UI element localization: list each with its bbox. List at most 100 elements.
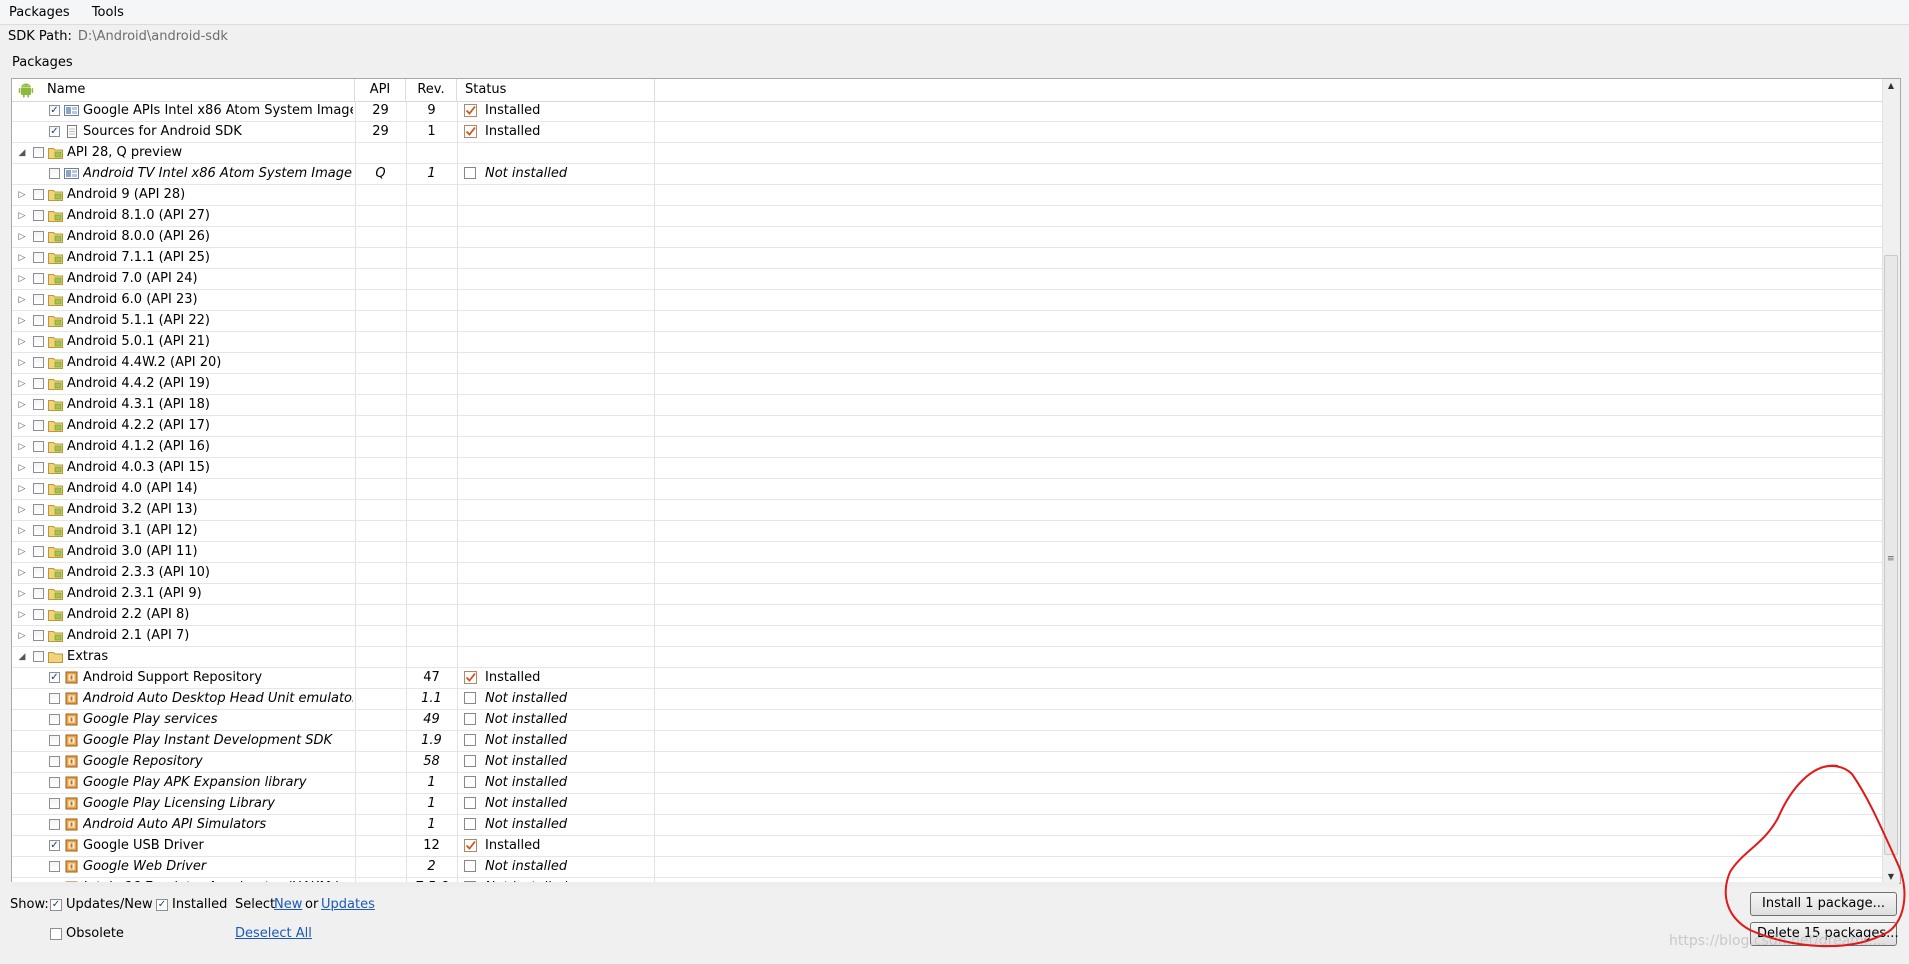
row-checkbox[interactable]: [33, 357, 44, 368]
table-row[interactable]: ▷ Android 2.3.1 (API 9): [12, 584, 1882, 605]
table-row[interactable]: ▷ Android 4.4.2 (API 19): [12, 374, 1882, 395]
row-checkbox[interactable]: [49, 756, 60, 767]
expand-arrow-icon[interactable]: ▷: [17, 626, 27, 646]
install-packages-button[interactable]: Install 1 package...: [1750, 892, 1897, 916]
row-checkbox[interactable]: [49, 777, 60, 788]
row-checkbox[interactable]: [49, 168, 60, 179]
expand-arrow-icon[interactable]: ▷: [17, 437, 27, 457]
expand-arrow-icon[interactable]: ▷: [17, 500, 27, 520]
row-checkbox[interactable]: [33, 336, 44, 347]
row-checkbox[interactable]: [49, 861, 60, 872]
column-header-name[interactable]: Name: [12, 79, 355, 101]
row-checkbox[interactable]: [33, 399, 44, 410]
collapse-arrow-icon[interactable]: ◢: [17, 647, 27, 667]
table-row[interactable]: ◢ API 28, Q preview: [12, 143, 1882, 164]
row-checkbox[interactable]: ✓: [49, 672, 60, 683]
row-checkbox[interactable]: [33, 441, 44, 452]
table-row[interactable]: ▷ Android 7.1.1 (API 25): [12, 248, 1882, 269]
table-row[interactable]: Google Play Licensing Library 1 Not instal…: [12, 794, 1882, 815]
row-checkbox[interactable]: [33, 252, 44, 263]
expand-arrow-icon[interactable]: ▷: [17, 290, 27, 310]
column-header-api[interactable]: API: [355, 79, 406, 101]
obsolete-checkbox[interactable]: [50, 928, 62, 940]
expand-arrow-icon[interactable]: ▷: [17, 311, 27, 331]
table-row[interactable]: Android Auto Desktop Head Unit emulator 1…: [12, 689, 1882, 710]
table-row[interactable]: ✓ Sources for Android SDK 29 1 Installed: [12, 122, 1882, 143]
table-row[interactable]: ✓ Google APIs Intel x86 Atom System Image…: [12, 101, 1882, 122]
expand-arrow-icon[interactable]: ▷: [17, 416, 27, 436]
scroll-down-icon[interactable]: ▼: [1883, 872, 1899, 881]
scroll-up-icon[interactable]: ▲: [1883, 81, 1899, 90]
row-checkbox[interactable]: [33, 588, 44, 599]
row-checkbox[interactable]: [33, 567, 44, 578]
table-row[interactable]: Google Repository 58 Not installed: [12, 752, 1882, 773]
expand-arrow-icon[interactable]: ▷: [17, 206, 27, 226]
table-row[interactable]: ▷ Android 4.1.2 (API 16): [12, 437, 1882, 458]
table-row[interactable]: ▷ Android 4.3.1 (API 18): [12, 395, 1882, 416]
expand-arrow-icon[interactable]: ▷: [17, 269, 27, 289]
row-checkbox[interactable]: [33, 651, 44, 662]
row-checkbox[interactable]: [33, 231, 44, 242]
expand-arrow-icon[interactable]: ▷: [17, 248, 27, 268]
table-row[interactable]: ▷ Android 6.0 (API 23): [12, 290, 1882, 311]
updates-new-checkbox[interactable]: ✓: [50, 899, 62, 911]
row-checkbox[interactable]: [33, 483, 44, 494]
table-row[interactable]: Google Play Instant Development SDK 1.9 No…: [12, 731, 1882, 752]
menu-tools[interactable]: Tools: [83, 0, 133, 23]
column-header-status[interactable]: Status: [457, 79, 655, 101]
expand-arrow-icon[interactable]: ▷: [17, 353, 27, 373]
menu-packages[interactable]: Packages: [0, 0, 79, 23]
table-row[interactable]: ▷ Android 7.0 (API 24): [12, 269, 1882, 290]
packages-tree-table[interactable]: Name API Rev. Status ✓ Google APIs Intel …: [11, 78, 1901, 884]
table-row[interactable]: Google Web Driver 2 Not installed: [12, 857, 1882, 878]
table-row[interactable]: Android Auto API Simulators 1 Not installe…: [12, 815, 1882, 836]
expand-arrow-icon[interactable]: ▷: [17, 542, 27, 562]
table-row[interactable]: ▷ Android 5.1.1 (API 22): [12, 311, 1882, 332]
installed-checkbox[interactable]: ✓: [156, 899, 168, 911]
column-header-rev[interactable]: Rev.: [406, 79, 457, 101]
table-row[interactable]: Android TV Intel x86 Atom System Image Q 1…: [12, 164, 1882, 185]
expand-arrow-icon[interactable]: ▷: [17, 479, 27, 499]
row-checkbox[interactable]: [33, 462, 44, 473]
row-checkbox[interactable]: [49, 735, 60, 746]
row-checkbox[interactable]: ✓: [49, 126, 60, 137]
expand-arrow-icon[interactable]: ▷: [17, 521, 27, 541]
expand-arrow-icon[interactable]: ▷: [17, 605, 27, 625]
table-row[interactable]: ▷ Android 2.1 (API 7): [12, 626, 1882, 647]
expand-arrow-icon[interactable]: ▷: [17, 395, 27, 415]
vertical-scrollbar[interactable]: ▲ ≡ ▼: [1882, 79, 1900, 883]
row-checkbox[interactable]: [33, 147, 44, 158]
collapse-arrow-icon[interactable]: ◢: [17, 143, 27, 163]
table-row[interactable]: ▷ Android 9 (API 28): [12, 185, 1882, 206]
row-checkbox[interactable]: [33, 420, 44, 431]
row-checkbox[interactable]: [33, 294, 44, 305]
row-checkbox[interactable]: [33, 630, 44, 641]
table-row[interactable]: ▷ Android 8.0.0 (API 26): [12, 227, 1882, 248]
row-checkbox[interactable]: [33, 273, 44, 284]
table-row[interactable]: ▷ Android 5.0.1 (API 21): [12, 332, 1882, 353]
table-row[interactable]: ▷ Android 4.2.2 (API 17): [12, 416, 1882, 437]
row-checkbox[interactable]: [49, 819, 60, 830]
table-row[interactable]: ▷ Android 2.3.3 (API 10): [12, 563, 1882, 584]
row-checkbox[interactable]: [33, 189, 44, 200]
table-row[interactable]: Google Play services 49 Not installed: [12, 710, 1882, 731]
select-new-link[interactable]: New: [274, 896, 302, 914]
deselect-all-link[interactable]: Deselect All: [235, 925, 312, 943]
expand-arrow-icon[interactable]: ▷: [17, 374, 27, 394]
expand-arrow-icon[interactable]: ▷: [17, 584, 27, 604]
expand-arrow-icon[interactable]: ▷: [17, 227, 27, 247]
row-checkbox[interactable]: [33, 315, 44, 326]
table-row[interactable]: ✓ Google USB Driver 12 Installed: [12, 836, 1882, 857]
row-checkbox[interactable]: [33, 546, 44, 557]
row-checkbox[interactable]: ✓: [49, 105, 60, 116]
row-checkbox[interactable]: [33, 525, 44, 536]
row-checkbox[interactable]: [33, 609, 44, 620]
table-row[interactable]: ▷ Android 3.0 (API 11): [12, 542, 1882, 563]
row-checkbox[interactable]: [33, 504, 44, 515]
table-row[interactable]: ▷ Android 8.1.0 (API 27): [12, 206, 1882, 227]
expand-arrow-icon[interactable]: ▷: [17, 563, 27, 583]
table-row[interactable]: ▷ Android 3.1 (API 12): [12, 521, 1882, 542]
expand-arrow-icon[interactable]: ▷: [17, 332, 27, 352]
expand-arrow-icon[interactable]: ▷: [17, 185, 27, 205]
table-row[interactable]: ✓ Android Support Repository 47 Installed: [12, 668, 1882, 689]
